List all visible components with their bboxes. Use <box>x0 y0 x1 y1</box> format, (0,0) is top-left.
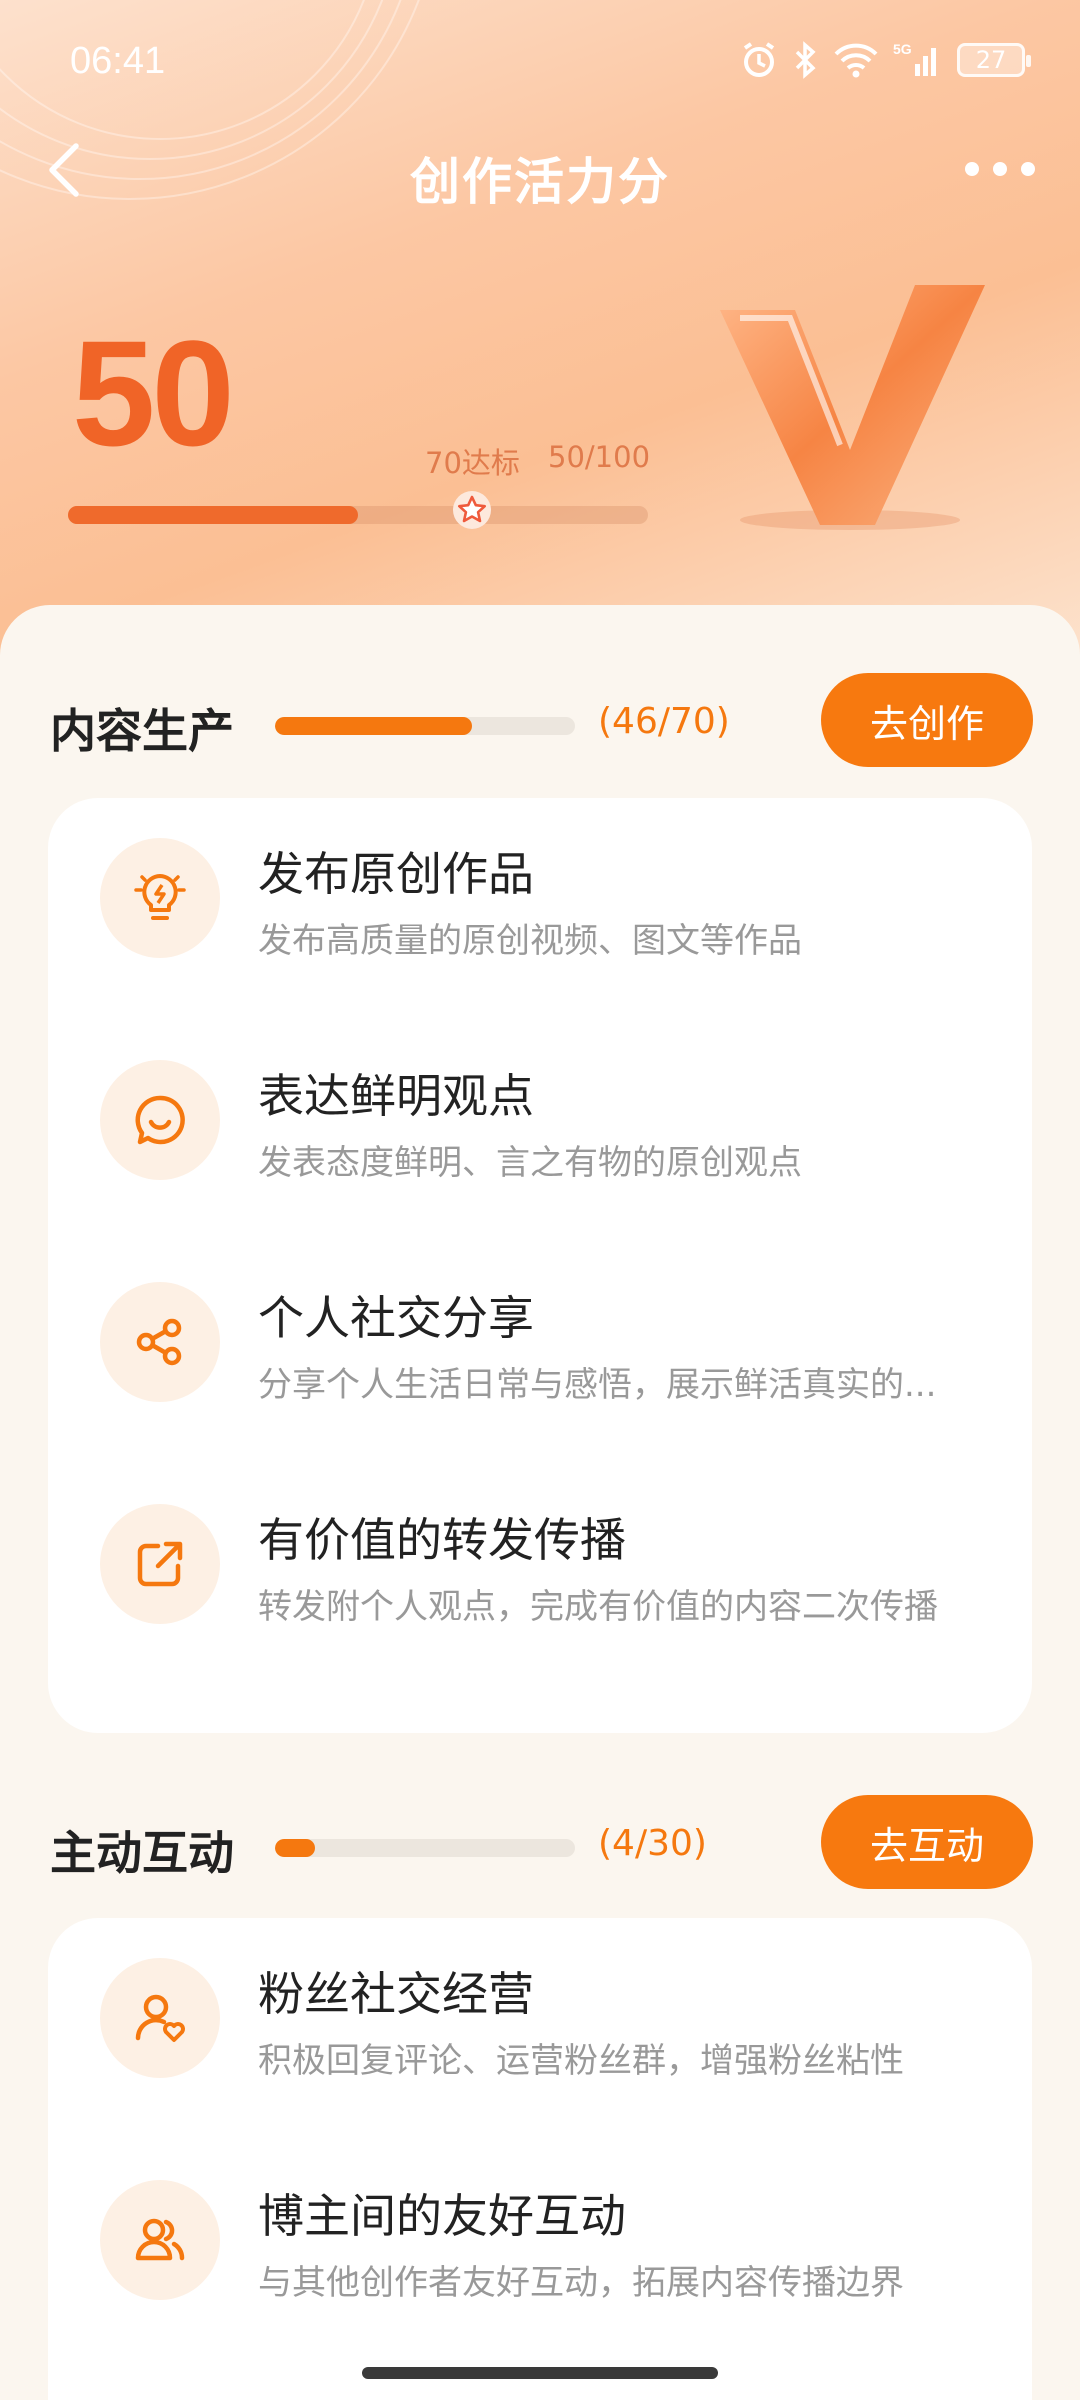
section-progress-fill <box>275 717 473 735</box>
task-item-valuable-forward[interactable]: 有价值的转发传播 转发附个人观点，完成有价值的内容二次传播 <box>48 1464 1032 1664</box>
section-count: (4/30) <box>598 1823 707 1864</box>
item-title: 博主间的友好互动 <box>258 2189 626 2243</box>
section-progress-track <box>275 717 575 735</box>
battery-icon: 27 <box>957 43 1031 77</box>
content-task-card: 发布原创作品 发布高质量的原创视频、图文等作品 表达鲜明观点 发表态度鲜明、言之… <box>48 798 1032 1733</box>
item-desc: 分享个人生活日常与感悟，展示鲜活真实的... <box>258 1365 937 1405</box>
home-indicator[interactable] <box>362 2367 718 2379</box>
more-dots-icon <box>965 162 979 176</box>
lightbulb-icon <box>100 838 220 958</box>
item-title: 粉丝社交经营 <box>258 1967 534 2021</box>
item-title: 发布原创作品 <box>258 847 534 901</box>
section-header-interaction: 主动互动 (4/30) 去互动 <box>0 1795 1080 1895</box>
v-badge-icon <box>720 285 985 530</box>
alarm-icon <box>743 42 775 77</box>
go-interact-button[interactable]: 去互动 <box>821 1795 1033 1889</box>
progress-label: 50/100 <box>548 440 651 474</box>
item-desc: 发表态度鲜明、言之有物的原创观点 <box>258 1143 802 1183</box>
item-desc: 积极回复评论、运营粉丝群，增强粉丝粘性 <box>258 2041 904 2081</box>
vitality-score: 50 <box>72 309 235 477</box>
page-title: 创作活力分 <box>410 153 670 211</box>
item-desc: 发布高质量的原创视频、图文等作品 <box>258 921 802 961</box>
section-count: (46/70) <box>598 701 730 742</box>
svg-text:5G: 5G <box>893 41 912 57</box>
item-title: 表达鲜明观点 <box>258 1069 534 1123</box>
item-title: 有价值的转发传播 <box>258 1513 626 1567</box>
task-item-fan-engagement[interactable]: 粉丝社交经营 积极回复评论、运营粉丝群，增强粉丝粘性 <box>48 1918 1032 2118</box>
signal-icon: 5G <box>893 41 936 76</box>
section-header-content: 内容生产 (46/70) 去创作 <box>0 673 1080 773</box>
status-bar: 06:41 5G 27 <box>0 0 1080 120</box>
section-progress-fill <box>275 1839 315 1857</box>
item-desc: 转发附个人观点，完成有价值的内容二次传播 <box>258 1587 938 1627</box>
task-item-creator-interaction[interactable]: 博主间的友好互动 与其他创作者友好互动，拓展内容传播边界 <box>48 2140 1032 2340</box>
more-dot <box>993 162 1007 176</box>
section-title: 主动互动 <box>50 1826 234 1880</box>
more-dot <box>1021 162 1035 176</box>
bluetooth-icon <box>795 41 816 79</box>
fan-heart-icon <box>100 1958 220 2078</box>
forward-icon <box>100 1504 220 1624</box>
score-progress-track <box>68 506 648 524</box>
main-sheet: 内容生产 (46/70) 去创作 发布原创作品 发布高质量的原创视频、图文等作品… <box>0 605 1080 2400</box>
task-item-publish-original[interactable]: 发布原创作品 发布高质量的原创视频、图文等作品 <box>48 798 1032 998</box>
item-title: 个人社交分享 <box>258 1291 534 1345</box>
task-item-social-share[interactable]: 个人社交分享 分享个人生活日常与感悟，展示鲜活真实的... <box>48 1242 1032 1442</box>
interaction-task-card: 粉丝社交经营 积极回复评论、运营粉丝群，增强粉丝粘性 博主间的友好互动 与其他创… <box>48 1918 1032 2400</box>
task-item-express-opinion[interactable]: 表达鲜明观点 发表态度鲜明、言之有物的原创观点 <box>48 1020 1032 1220</box>
status-time: 06:41 <box>70 40 166 82</box>
item-desc: 与其他创作者友好互动，拓展内容传播边界 <box>258 2263 904 2303</box>
star-marker-icon <box>453 491 491 529</box>
share-icon <box>100 1282 220 1402</box>
target-label: 70达标 <box>425 446 520 480</box>
battery-level: 27 <box>975 46 1007 74</box>
chat-smile-icon <box>100 1060 220 1180</box>
status-icons: 5G 27 <box>739 40 1031 80</box>
users-icon <box>100 2180 220 2300</box>
nav-bar: 创作活力分 <box>0 120 1080 220</box>
wifi-icon <box>834 43 878 78</box>
more-button[interactable] <box>965 162 1035 176</box>
section-progress-track <box>275 1839 575 1857</box>
go-create-button[interactable]: 去创作 <box>821 673 1033 767</box>
score-progress-fill <box>68 506 358 524</box>
section-title: 内容生产 <box>50 704 234 758</box>
